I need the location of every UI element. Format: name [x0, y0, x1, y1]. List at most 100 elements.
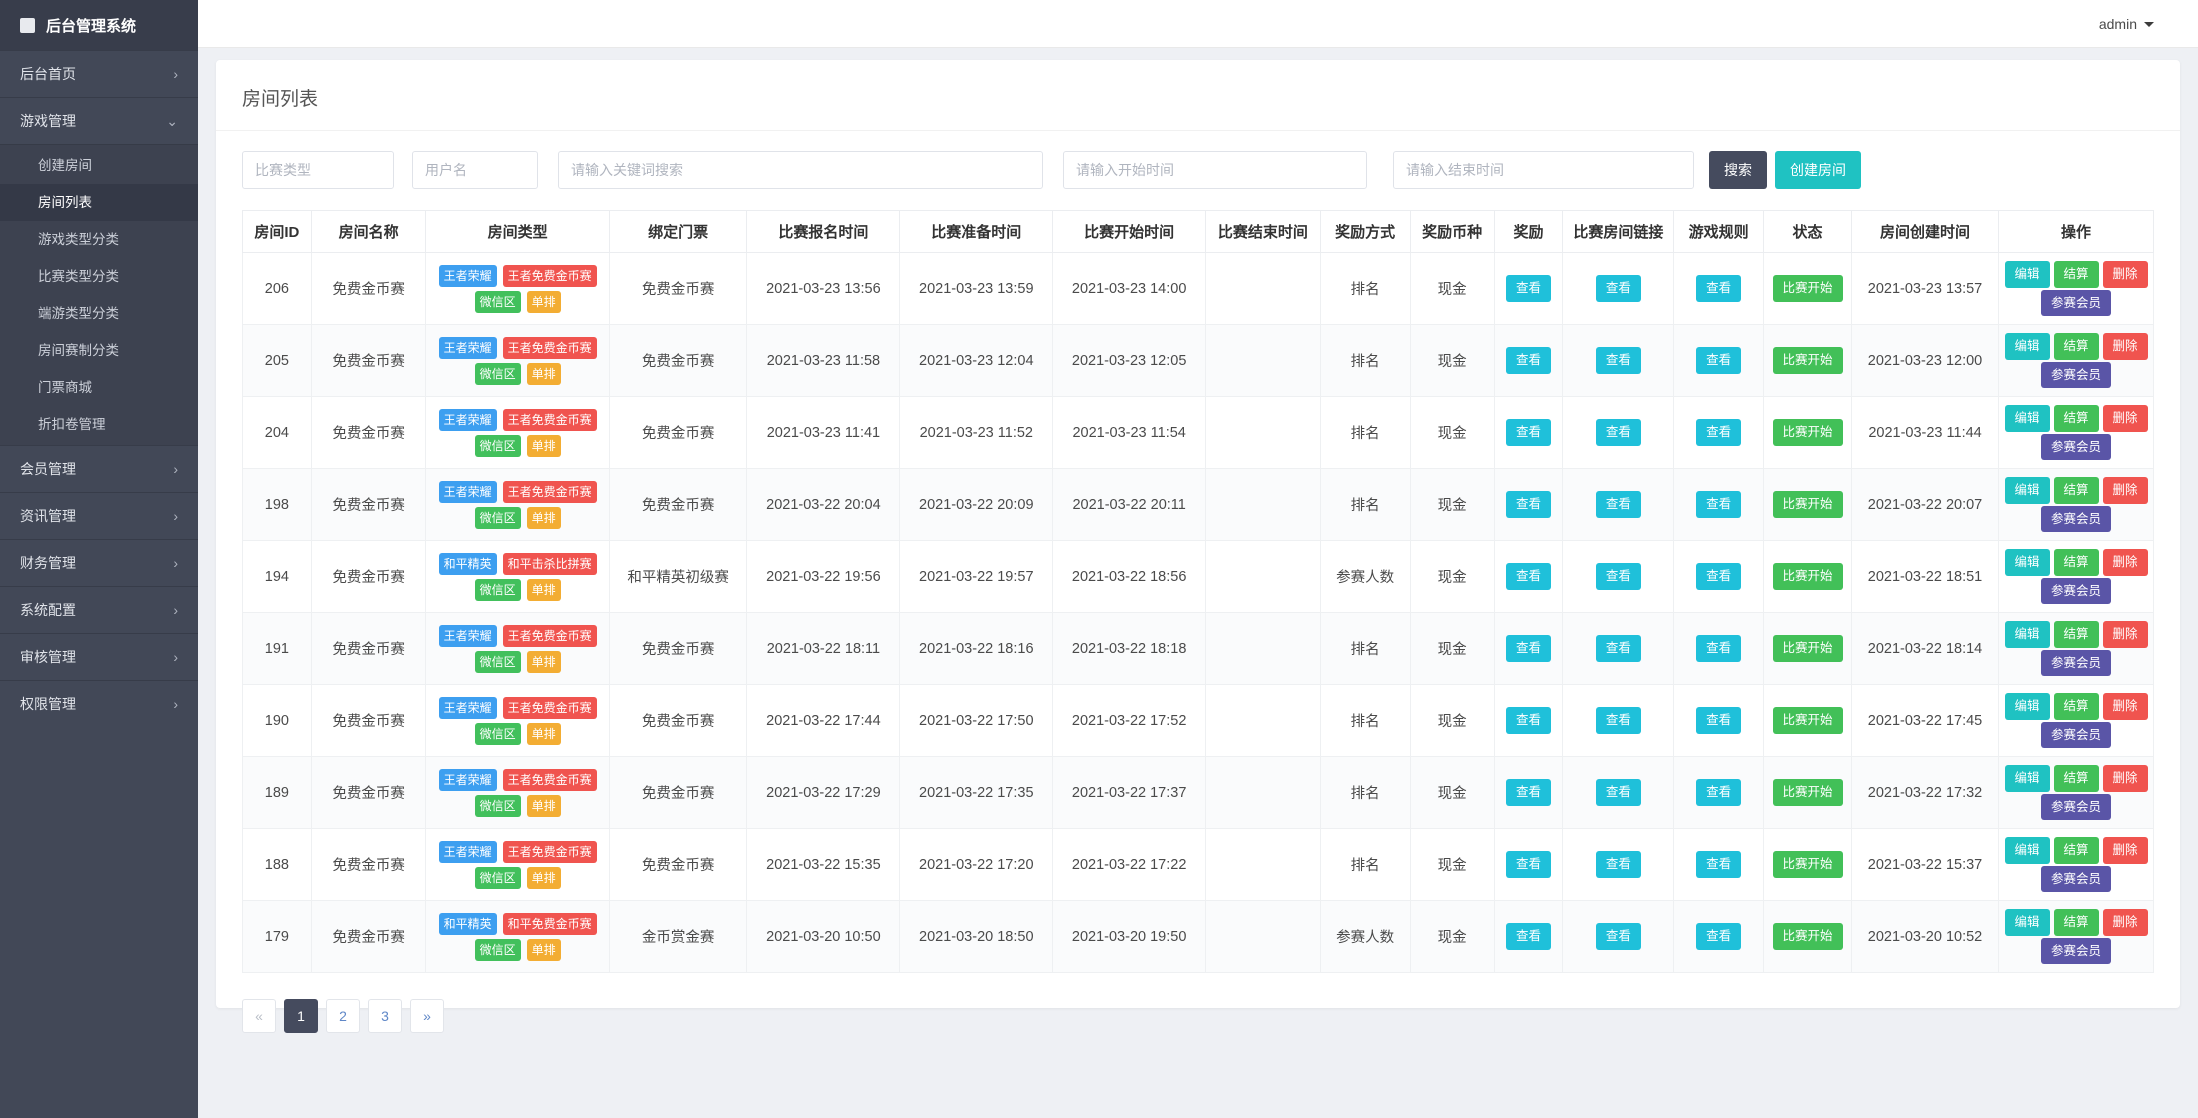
sidebar-subitem-client-game-category[interactable]: 端游类型分类	[0, 295, 198, 332]
sidebar-item-member-management[interactable]: 会员管理 ›	[0, 445, 198, 492]
reward-view-button[interactable]: 查看	[1506, 851, 1552, 878]
match-status-button[interactable]: 比赛开始	[1772, 275, 1843, 302]
reward-view-button[interactable]: 查看	[1506, 779, 1552, 806]
sidebar-subitem-ticket-mall[interactable]: 门票商城	[0, 369, 198, 406]
game-rules-view-button[interactable]: 查看	[1696, 635, 1742, 662]
sidebar-item-finance-management[interactable]: 财务管理 ›	[0, 539, 198, 586]
members-button[interactable]: 参赛会员	[2041, 793, 2112, 820]
start-time-input[interactable]	[1063, 151, 1367, 189]
pagination-page-3[interactable]: 3	[368, 999, 402, 1033]
game-rules-view-button[interactable]: 查看	[1696, 419, 1742, 446]
delete-button[interactable]: 删除	[2102, 765, 2148, 792]
game-rules-view-button[interactable]: 查看	[1696, 923, 1742, 950]
sidebar-subitem-room-list[interactable]: 房间列表	[0, 184, 198, 221]
room-link-view-button[interactable]: 查看	[1595, 275, 1641, 302]
room-link-view-button[interactable]: 查看	[1595, 707, 1641, 734]
reward-view-button[interactable]: 查看	[1506, 707, 1552, 734]
game-rules-view-button[interactable]: 查看	[1696, 491, 1742, 518]
match-status-button[interactable]: 比赛开始	[1772, 851, 1843, 878]
delete-button[interactable]: 删除	[2102, 621, 2148, 648]
reward-view-button[interactable]: 查看	[1506, 275, 1552, 302]
match-status-button[interactable]: 比赛开始	[1772, 635, 1843, 662]
delete-button[interactable]: 删除	[2102, 549, 2148, 576]
delete-button[interactable]: 删除	[2102, 837, 2148, 864]
create-room-button[interactable]: 创建房间	[1775, 151, 1861, 189]
reward-view-button[interactable]: 查看	[1506, 923, 1552, 950]
members-button[interactable]: 参赛会员	[2041, 361, 2112, 388]
user-menu[interactable]: admin	[2099, 16, 2154, 32]
settle-button[interactable]: 结算	[2053, 405, 2099, 432]
match-status-button[interactable]: 比赛开始	[1772, 563, 1843, 590]
edit-button[interactable]: 编辑	[2004, 837, 2050, 864]
room-link-view-button[interactable]: 查看	[1595, 419, 1641, 446]
reward-view-button[interactable]: 查看	[1506, 419, 1552, 446]
settle-button[interactable]: 结算	[2053, 693, 2099, 720]
room-link-view-button[interactable]: 查看	[1595, 851, 1641, 878]
keyword-search-input[interactable]	[558, 151, 1043, 189]
delete-button[interactable]: 删除	[2102, 261, 2148, 288]
reward-view-button[interactable]: 查看	[1506, 347, 1552, 374]
game-rules-view-button[interactable]: 查看	[1696, 779, 1742, 806]
game-rules-view-button[interactable]: 查看	[1696, 707, 1742, 734]
reward-view-button[interactable]: 查看	[1506, 491, 1552, 518]
edit-button[interactable]: 编辑	[2004, 405, 2050, 432]
sidebar-subitem-room-format-category[interactable]: 房间赛制分类	[0, 332, 198, 369]
members-button[interactable]: 参赛会员	[2041, 721, 2112, 748]
room-link-view-button[interactable]: 查看	[1595, 923, 1641, 950]
sidebar-item-system-config[interactable]: 系统配置 ›	[0, 586, 198, 633]
sidebar-item-permission-management[interactable]: 权限管理 ›	[0, 680, 198, 727]
edit-button[interactable]: 编辑	[2004, 333, 2050, 360]
search-button[interactable]: 搜索	[1709, 151, 1767, 189]
members-button[interactable]: 参赛会员	[2041, 649, 2112, 676]
delete-button[interactable]: 删除	[2102, 477, 2148, 504]
settle-button[interactable]: 结算	[2053, 765, 2099, 792]
sidebar-subitem-match-type-category[interactable]: 比赛类型分类	[0, 258, 198, 295]
reward-view-button[interactable]: 查看	[1506, 635, 1552, 662]
match-status-button[interactable]: 比赛开始	[1772, 779, 1843, 806]
settle-button[interactable]: 结算	[2053, 621, 2099, 648]
settle-button[interactable]: 结算	[2053, 261, 2099, 288]
members-button[interactable]: 参赛会员	[2041, 433, 2112, 460]
reward-view-button[interactable]: 查看	[1506, 563, 1552, 590]
match-status-button[interactable]: 比赛开始	[1772, 491, 1843, 518]
match-type-input[interactable]	[242, 151, 394, 189]
settle-button[interactable]: 结算	[2053, 333, 2099, 360]
settle-button[interactable]: 结算	[2053, 837, 2099, 864]
sidebar-item-news-management[interactable]: 资讯管理 ›	[0, 492, 198, 539]
sidebar-subitem-create-room[interactable]: 创建房间	[0, 147, 198, 184]
edit-button[interactable]: 编辑	[2004, 549, 2050, 576]
members-button[interactable]: 参赛会员	[2041, 865, 2112, 892]
sidebar-item-home[interactable]: 后台首页 ›	[0, 50, 198, 97]
members-button[interactable]: 参赛会员	[2041, 289, 2112, 316]
edit-button[interactable]: 编辑	[2004, 261, 2050, 288]
edit-button[interactable]: 编辑	[2004, 477, 2050, 504]
delete-button[interactable]: 删除	[2102, 405, 2148, 432]
match-status-button[interactable]: 比赛开始	[1772, 923, 1843, 950]
edit-button[interactable]: 编辑	[2004, 621, 2050, 648]
room-link-view-button[interactable]: 查看	[1595, 779, 1641, 806]
match-status-button[interactable]: 比赛开始	[1772, 707, 1843, 734]
edit-button[interactable]: 编辑	[2004, 765, 2050, 792]
settle-button[interactable]: 结算	[2053, 549, 2099, 576]
pagination-page-1[interactable]: 1	[284, 999, 318, 1033]
pagination-page-2[interactable]: 2	[326, 999, 360, 1033]
members-button[interactable]: 参赛会员	[2041, 937, 2112, 964]
pagination-prev[interactable]: «	[242, 999, 276, 1033]
room-link-view-button[interactable]: 查看	[1595, 491, 1641, 518]
delete-button[interactable]: 删除	[2102, 333, 2148, 360]
sidebar-subitem-discount-coupon[interactable]: 折扣卷管理	[0, 406, 198, 443]
settle-button[interactable]: 结算	[2053, 909, 2099, 936]
game-rules-view-button[interactable]: 查看	[1696, 563, 1742, 590]
sidebar-subitem-game-type-category[interactable]: 游戏类型分类	[0, 221, 198, 258]
match-status-button[interactable]: 比赛开始	[1772, 419, 1843, 446]
edit-button[interactable]: 编辑	[2004, 909, 2050, 936]
delete-button[interactable]: 删除	[2102, 693, 2148, 720]
game-rules-view-button[interactable]: 查看	[1696, 347, 1742, 374]
game-rules-view-button[interactable]: 查看	[1696, 275, 1742, 302]
sidebar-item-game-management[interactable]: 游戏管理 ⌄	[0, 97, 198, 144]
username-input[interactable]	[412, 151, 538, 189]
game-rules-view-button[interactable]: 查看	[1696, 851, 1742, 878]
end-time-input[interactable]	[1393, 151, 1694, 189]
sidebar-item-audit-management[interactable]: 审核管理 ›	[0, 633, 198, 680]
pagination-next[interactable]: »	[410, 999, 444, 1033]
